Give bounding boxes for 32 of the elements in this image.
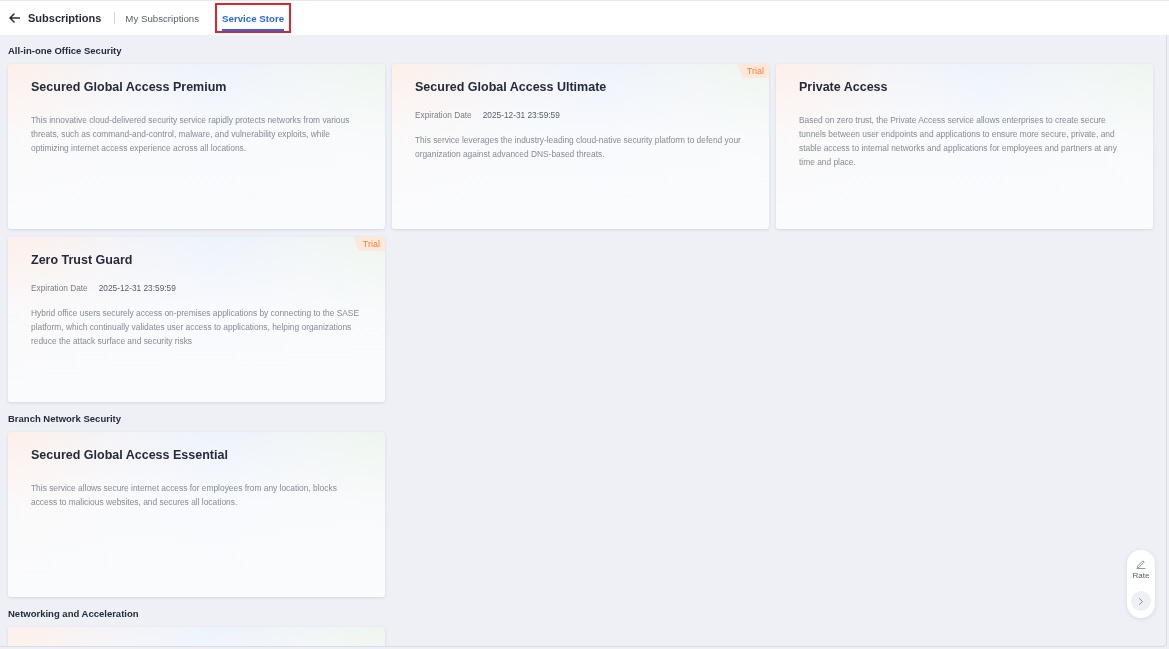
tab[interactable]: My Subscriptions xyxy=(125,5,200,31)
service-description: Hybrid office users securely access on-premises applications by connecting to the SASE platform, which continually validates user access to applications, helping organizations reduce the attack surface and security risks xyxy=(31,307,361,348)
service-title: Private Access xyxy=(799,79,889,96)
service-description: This service leverages the industry-leading cloud-native security platform to defend your organization against advanced DNS-based threats. xyxy=(415,134,742,161)
chevron-right-icon xyxy=(1139,597,1143,605)
back-arrow-icon[interactable] xyxy=(9,13,20,23)
expiration-date: 2025-12-31 23:59:59 xyxy=(98,282,176,295)
pencil-icon xyxy=(1136,559,1146,569)
trial-badge: Trial xyxy=(352,237,385,251)
service-title: Secured Global Access Essential xyxy=(31,447,229,464)
service-card[interactable] xyxy=(776,64,1153,229)
section-title: Networking and Acceleration xyxy=(8,607,140,621)
service-title: Zero Trust Guard xyxy=(31,252,134,269)
service-description: This innovative cloud-delivered security service rapidly protects networks from various threats, such as command-and-control, malware, and vulnerability exploits, while optimizing internet access experience across all locations. xyxy=(31,114,351,155)
service-title: Secured Global Access Ultimate xyxy=(415,79,608,96)
page-title: Subscriptions xyxy=(28,12,102,24)
service-description: Based on zero trust, the Private Access service allows enterprises to create secure tunnels between user endpoints and applications to ensure more secure, private, and stable access to internal networks and applications for employees and partners at any time and place. xyxy=(799,114,1118,169)
trial-badge: Trial xyxy=(736,64,769,78)
service-card[interactable] xyxy=(8,237,385,402)
expiration-label: Expiration Date xyxy=(415,109,472,122)
service-description: This service allows secure internet access for employees from any location, blocks access to malicious websites, and secures all locations. xyxy=(31,482,338,509)
rate-button[interactable]: Rate xyxy=(1132,559,1150,581)
expiration-label: Expiration Date xyxy=(31,282,88,295)
section-title: All-in-one Office Security xyxy=(8,44,123,58)
tab[interactable]: Service Store xyxy=(222,5,285,31)
service-card[interactable]: Secured Global Access Essential This service allows secure internet access for employees from any location, blocks access to malicious websites, and secures all locations. xyxy=(8,432,385,597)
expiration-date: 2025-12-31 23:59:59 xyxy=(482,109,560,122)
service-title: Secured Global Access Premium xyxy=(31,79,228,96)
section-title: Branch Network Security xyxy=(8,412,122,426)
service-card[interactable] xyxy=(392,64,769,229)
collapse-button[interactable] xyxy=(1131,591,1151,611)
service-card[interactable] xyxy=(8,64,385,229)
